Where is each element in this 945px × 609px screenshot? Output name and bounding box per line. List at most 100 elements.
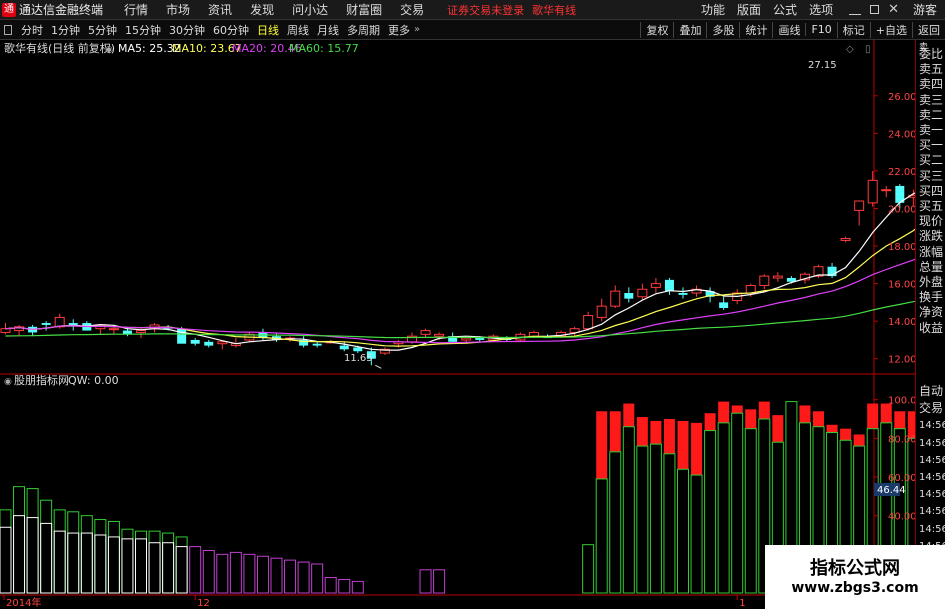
indicator-bar [216, 553, 229, 594]
indicator-bar [338, 578, 351, 594]
indicator-bar [690, 474, 703, 594]
period-tab-1min[interactable]: 1分钟 [47, 22, 84, 38]
menu-item-layout[interactable]: 版面 [737, 1, 761, 18]
login-notice[interactable]: 证券交易未登录 [447, 2, 524, 18]
indicator-bar [107, 520, 120, 594]
indicator-toggle-icon[interactable]: ◉ [4, 377, 12, 387]
menu-item-wealth[interactable]: 财富圈 [346, 1, 382, 18]
period-tab-daily[interactable]: 日线 [253, 22, 283, 38]
tool-button-adjust[interactable]: 复权 [640, 21, 673, 38]
indicator-bar [175, 536, 188, 594]
kline-chart[interactable]: 12.00 14.00 16.00 18.00 20.00 22.00 24.00 26.00… [0, 40, 915, 609]
indicator-bar [297, 561, 310, 594]
indicator-bar-top [894, 411, 906, 429]
chevron-circle-icon[interactable]: ◉ [105, 45, 113, 55]
period-tab-15min[interactable]: 15分钟 [121, 22, 165, 38]
period-tab-60min[interactable]: 60分钟 [209, 22, 253, 38]
indicator-bar [324, 577, 337, 594]
candle-body [177, 328, 187, 344]
sidebar-collapse-icon[interactable]: ▯ [865, 44, 871, 55]
stock-period-label: 歌华有线(日线 前复权) [4, 41, 115, 55]
ma5-line [5, 192, 915, 351]
menu-item-news[interactable]: 资讯 [208, 1, 232, 18]
period-tab-30min[interactable]: 30分钟 [165, 22, 209, 38]
side-panel-field: 总量 [919, 259, 944, 274]
side-panel-field: 买四 [919, 183, 944, 198]
indicator-bar-top [636, 417, 648, 447]
indicator-bar [270, 557, 283, 594]
menu-item-market[interactable]: 行情 [124, 1, 148, 18]
indicator-bar-inner [121, 538, 134, 594]
side-panel-field: 卖五 [919, 62, 944, 77]
price-tick-label: 24.00 [888, 129, 915, 140]
minimize-icon[interactable] [849, 5, 862, 15]
price-tick-label: 20.00 [888, 204, 915, 215]
indicator-bar [229, 551, 242, 594]
side-panel-field: 卖二 [919, 107, 944, 122]
tool-button-multistock[interactable]: 多股 [706, 21, 739, 38]
period-tab-weekly[interactable]: 周线 [283, 22, 313, 38]
candle-body [461, 337, 472, 341]
candle-body [881, 189, 892, 192]
indicator-current-value: 46.44 [877, 485, 906, 496]
ma60-label: MA60: 15.77 [289, 42, 359, 55]
candle-body [664, 279, 674, 292]
candle-body [475, 338, 485, 340]
tool-button-overlay[interactable]: 叠加 [673, 21, 706, 38]
tool-button-mark[interactable]: 标记 [836, 21, 870, 38]
tool-button-draw[interactable]: 画线 [772, 21, 805, 38]
side-panel-field: 卖一 [919, 123, 944, 137]
indicator-bar [311, 563, 324, 594]
candle-body [772, 275, 783, 279]
diamond-icon[interactable]: ◇ [846, 44, 854, 55]
menu-item-trade[interactable]: 交易 [400, 1, 424, 18]
indicator-bar-inner [0, 526, 12, 594]
menu-item-options[interactable]: 选项 [809, 1, 833, 18]
indicator-bar-inner [148, 542, 161, 594]
indicator-bar-inner [135, 538, 147, 594]
tdx-logo-icon: 通 [2, 2, 16, 17]
indicator-bar [13, 486, 26, 594]
menu-item-discover[interactable]: 发现 [250, 1, 274, 18]
tool-button-f10[interactable]: F10 [805, 23, 836, 36]
ma10-line [5, 228, 915, 347]
indicator-bar-top [840, 428, 852, 441]
period-tab-more[interactable]: 更多 [384, 22, 414, 38]
indicator-bar-top [650, 420, 662, 445]
indicator-bar-top [772, 415, 784, 443]
menu-item-function[interactable]: 功能 [701, 1, 725, 18]
period-tab-multi[interactable]: 多周期 [343, 22, 384, 38]
indicator-bar-top [731, 405, 743, 414]
candle-body [610, 290, 621, 307]
tool-button-add-watch[interactable]: +自选 [869, 21, 912, 38]
side-panel-field: 卖三 [919, 92, 944, 107]
indicator-bar [80, 515, 93, 594]
indicator-bar-inner [13, 515, 26, 594]
period-tab-monthly[interactable]: 月线 [313, 22, 343, 38]
indicator-bar-top [623, 403, 635, 427]
indicator-bar [717, 422, 730, 594]
indicator-bar-inner [26, 517, 39, 594]
tool-button-stats[interactable]: 统计 [739, 21, 772, 38]
indicator-bar-inner [40, 522, 53, 594]
period-tab-5min[interactable]: 5分钟 [84, 22, 121, 38]
indicator-bar-top [704, 413, 716, 431]
restore-icon[interactable] [870, 5, 880, 14]
candle-body [0, 328, 11, 333]
indicator-bar-top [799, 405, 811, 423]
indicator-bar-top [813, 411, 824, 427]
close-icon[interactable]: ✕ [888, 2, 899, 17]
indicator-bar-top [718, 401, 730, 423]
guest-label[interactable]: 游客 [913, 1, 937, 18]
indicator-bar [609, 451, 622, 594]
menu-item-markets[interactable]: 市场 [166, 1, 190, 18]
chevron-double-right-icon[interactable]: » [414, 24, 420, 35]
panel-toggle-icon[interactable] [4, 24, 12, 35]
tool-button-back[interactable]: 返回 [912, 21, 945, 38]
indicator-tick-label: 100.00 [888, 396, 915, 407]
menu-item-ask[interactable]: 问小达 [292, 1, 328, 18]
menu-item-formula[interactable]: 公式 [773, 1, 797, 18]
period-tab-timeshare[interactable]: 分时 [17, 22, 47, 38]
watermark-logo: 指标公式网 www.zbgs3.com [765, 545, 945, 609]
side-panel-time: 14:56 [919, 523, 945, 535]
